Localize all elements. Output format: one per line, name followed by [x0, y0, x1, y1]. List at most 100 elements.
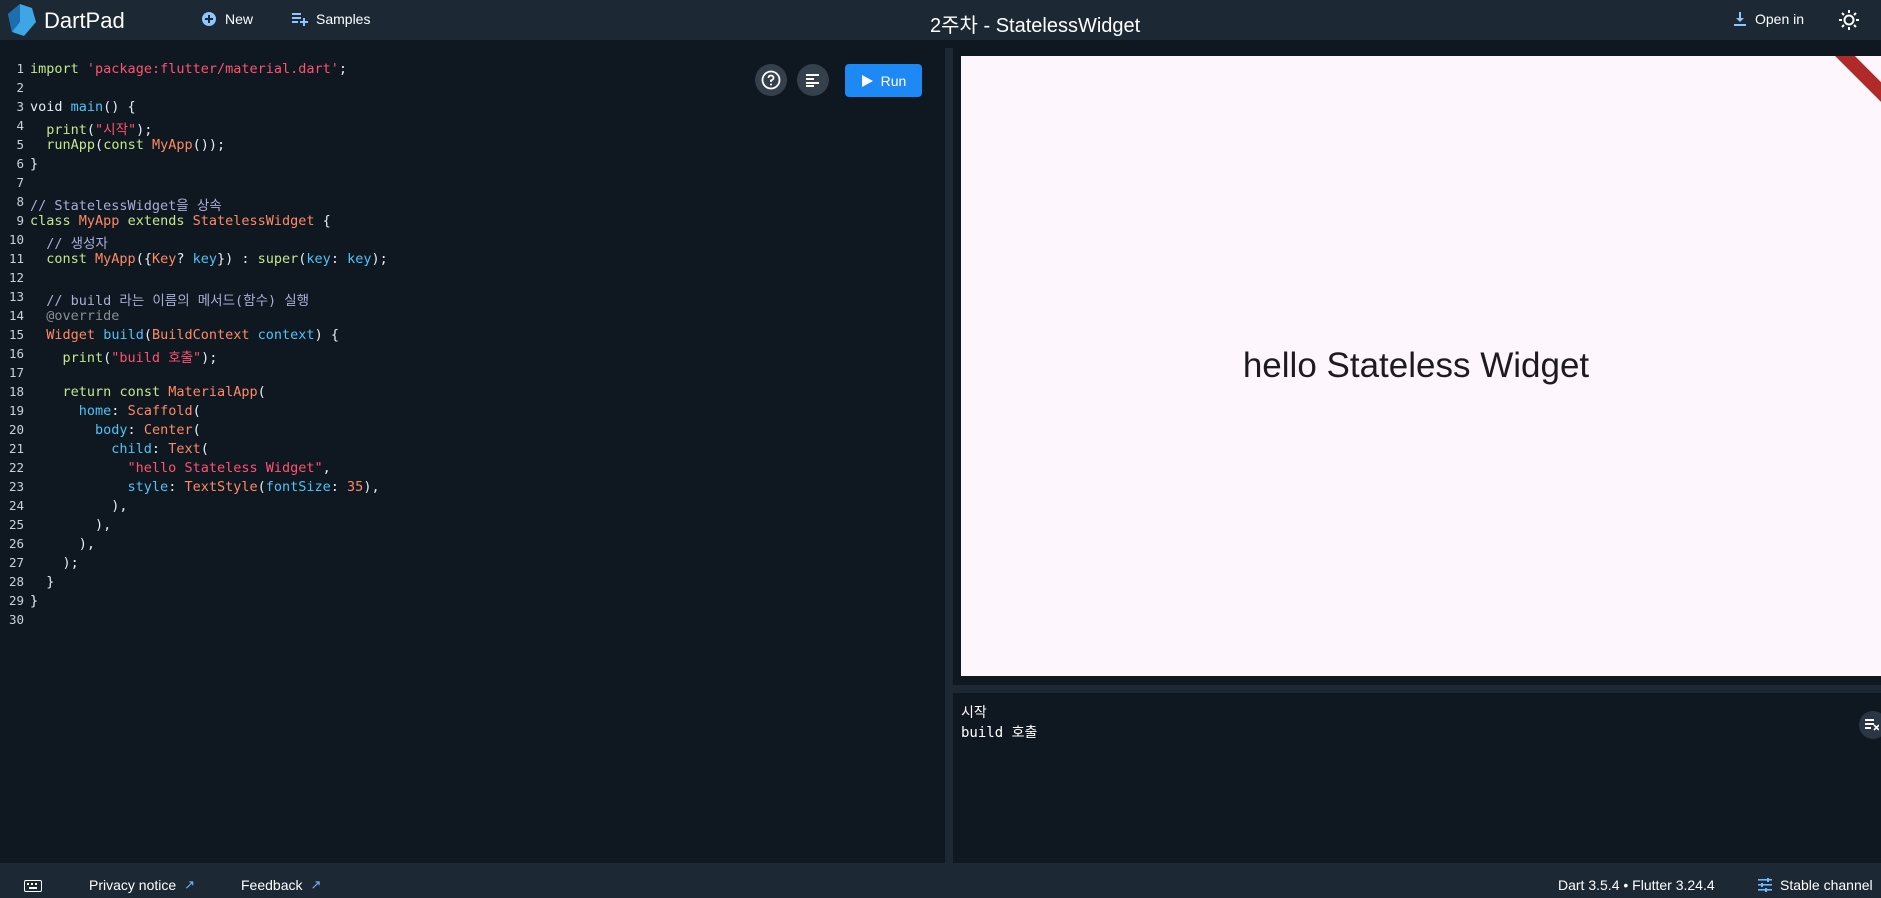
- code-line[interactable]: const MyApp({Key? key}) : super(key: key…: [30, 251, 387, 267]
- samples-button-label: Samples: [316, 11, 371, 27]
- code-line[interactable]: return const MaterialApp(: [30, 384, 266, 400]
- format-button[interactable]: [797, 64, 829, 96]
- line-number: 2: [16, 80, 24, 95]
- line-number: 30: [8, 612, 24, 627]
- line-number: 25: [8, 517, 24, 532]
- horizontal-splitter[interactable]: [953, 685, 1881, 693]
- page-title: 2주차 - StatelessWidget: [930, 15, 1141, 37]
- open-in-label: Open in: [1755, 11, 1805, 27]
- line-number: 21: [8, 441, 24, 456]
- new-button[interactable]: New: [201, 11, 253, 27]
- help-icon: [761, 70, 781, 90]
- line-number: 17: [8, 365, 24, 380]
- line-number: 27: [8, 555, 24, 570]
- line-number: 28: [8, 574, 24, 589]
- line-number: 8: [16, 194, 24, 209]
- code-line[interactable]: body: Center(: [30, 422, 201, 438]
- line-number: 4: [16, 118, 24, 133]
- help-button[interactable]: [755, 64, 787, 96]
- code-line[interactable]: home: Scaffold(: [30, 403, 201, 419]
- console-line: build 호출: [961, 725, 1038, 741]
- line-number: 11: [8, 251, 24, 266]
- add-circle-icon: [202, 12, 216, 26]
- line-number: 23: [8, 479, 24, 494]
- code-line[interactable]: ),: [30, 498, 127, 514]
- code-line[interactable]: void main() {: [30, 99, 136, 115]
- line-number: 26: [8, 536, 24, 551]
- line-number: 29: [8, 593, 24, 608]
- version-info: Dart 3.5.4 • Flutter 3.24.4: [1558, 877, 1715, 893]
- code-line[interactable]: // build 라는 이름의 메서드(함수) 실행: [30, 289, 309, 309]
- version-label: Dart 3.5.4 • Flutter 3.24.4: [1558, 877, 1715, 893]
- code-line[interactable]: }: [30, 156, 38, 172]
- channel-label: Stable channel: [1780, 877, 1873, 893]
- line-number: 24: [8, 498, 24, 513]
- line-number: 5: [16, 137, 24, 152]
- privacy-notice-link[interactable]: Privacy notice ↗: [89, 877, 195, 893]
- code-line[interactable]: style: TextStyle(fontSize: 35),: [30, 479, 380, 495]
- code-line[interactable]: print("시작");: [30, 118, 152, 138]
- code-line[interactable]: import 'package:flutter/material.dart';: [30, 61, 347, 77]
- code-line[interactable]: "hello Stateless Widget",: [30, 460, 331, 476]
- feedback-link[interactable]: Feedback ↗: [241, 877, 321, 893]
- code-line[interactable]: Widget build(BuildContext context) {: [30, 327, 339, 343]
- debug-banner: [1825, 56, 1881, 110]
- line-number: 14: [8, 308, 24, 323]
- open-in-new-icon: ↗: [310, 877, 322, 892]
- line-number: 10: [8, 232, 24, 247]
- open-in-button[interactable]: Open in: [1733, 11, 1804, 27]
- samples-button[interactable]: Samples: [292, 11, 370, 27]
- line-number: 22: [8, 460, 24, 475]
- open-in-new-icon: ↗: [184, 877, 196, 892]
- console-line: 시작: [961, 705, 987, 721]
- code-line[interactable]: // StatelessWidget을 상속: [30, 194, 222, 214]
- theme-toggle-icon[interactable]: [1838, 9, 1860, 31]
- channel-selector[interactable]: Stable channel: [1758, 877, 1873, 893]
- top-app-bar: DartPad New Samples 2주차 - StatelessWidge…: [0, 0, 1881, 40]
- code-line[interactable]: child: Text(: [30, 441, 209, 457]
- feedback-label: Feedback: [241, 877, 303, 893]
- playlist-add-icon: [292, 13, 308, 26]
- clear-console-button[interactable]: [1859, 711, 1881, 739]
- console-output: 시작 build 호출: [953, 693, 1881, 863]
- preview-text: hello Stateless Widget: [1242, 346, 1590, 385]
- line-number: 6: [16, 156, 24, 171]
- run-button[interactable]: Run: [845, 64, 922, 97]
- new-button-label: New: [225, 11, 254, 27]
- format-align-icon: [806, 74, 819, 87]
- line-number: 19: [8, 403, 24, 418]
- code-line[interactable]: ),: [30, 517, 111, 533]
- code-line[interactable]: );: [30, 555, 79, 571]
- keyboard-icon[interactable]: [24, 880, 42, 892]
- code-line[interactable]: }: [30, 593, 38, 609]
- code-line[interactable]: // 생성자: [30, 232, 108, 252]
- code-line[interactable]: print("build 호출");: [30, 346, 218, 366]
- line-number: 16: [8, 346, 24, 361]
- line-number: 3: [16, 99, 24, 114]
- code-line[interactable]: class MyApp extends StatelessWidget {: [30, 213, 331, 229]
- dart-logo-icon: [8, 4, 36, 36]
- line-number: 15: [8, 327, 24, 342]
- clear-all-icon: [1865, 719, 1879, 731]
- vertical-splitter[interactable]: [945, 48, 953, 863]
- code-line[interactable]: @override: [30, 308, 119, 324]
- code-editor[interactable]: 1 import 'package:flutter/material.dart';…: [0, 48, 945, 863]
- status-bar: Privacy notice ↗ Feedback ↗ Dart 3.5.4 •…: [0, 863, 1881, 898]
- play-icon: [861, 74, 873, 87]
- line-number: 18: [8, 384, 24, 399]
- line-number: 1: [16, 61, 24, 76]
- line-number: 9: [16, 213, 24, 228]
- line-number: 20: [8, 422, 24, 437]
- run-button-label: Run: [880, 72, 907, 89]
- app-preview[interactable]: hello Stateless Widget: [961, 56, 1881, 676]
- line-number: 7: [16, 175, 24, 190]
- download-icon: [1734, 12, 1746, 26]
- code-line[interactable]: ),: [30, 536, 95, 552]
- code-line[interactable]: }: [30, 574, 54, 590]
- app-name: DartPad: [44, 8, 125, 33]
- line-number: 13: [8, 289, 24, 304]
- line-number: 12: [8, 270, 24, 285]
- privacy-notice-label: Privacy notice: [89, 877, 177, 893]
- code-line[interactable]: runApp(const MyApp());: [30, 137, 225, 153]
- tune-icon: [1758, 878, 1772, 892]
